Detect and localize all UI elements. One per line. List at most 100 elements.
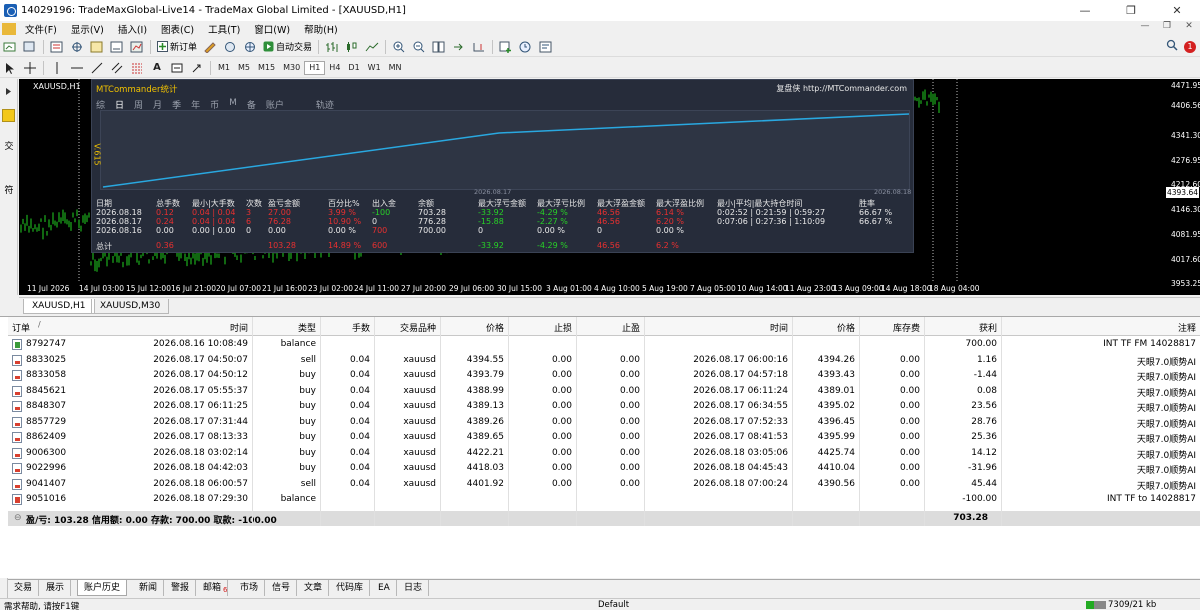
timeframe-m30[interactable]: M30 <box>279 61 304 75</box>
column-header[interactable]: 库存费 <box>893 321 920 334</box>
table-row[interactable]: 8833025 2026.08.17 04:50:07 sell 0.04 xauusd… <box>8 353 1200 368</box>
tile-windows-icon[interactable] <box>430 39 448 55</box>
menu-charts[interactable]: 图表(C) <box>154 22 201 36</box>
navigator-icon[interactable] <box>88 39 106 55</box>
table-row[interactable]: 9041407 2026.08.18 06:00:57 sell 0.04 xauusd… <box>8 477 1200 492</box>
indicators-icon[interactable] <box>497 39 515 55</box>
menu-view[interactable]: 显示(V) <box>64 22 111 36</box>
terminal-tab[interactable]: 展示 <box>40 580 72 596</box>
column-header[interactable]: 交易品种 <box>400 321 436 334</box>
column-header[interactable]: 类型 <box>298 321 316 334</box>
line-chart-icon[interactable] <box>363 39 381 55</box>
mdi-minimize-button[interactable]: — <box>1134 21 1156 31</box>
close-button[interactable]: ✕ <box>1154 0 1200 21</box>
search-icon[interactable] <box>1166 39 1178 54</box>
terminal-tab[interactable]: 新闻 <box>133 580 165 596</box>
terminal-tab[interactable]: 日志 <box>398 580 430 596</box>
terminal-icon[interactable] <box>108 39 126 55</box>
zoom-in-icon[interactable] <box>390 39 408 55</box>
column-header[interactable]: 时间 <box>770 321 788 334</box>
column-header[interactable]: 止损 <box>554 321 572 334</box>
text-label-icon[interactable] <box>168 60 186 76</box>
column-header[interactable]: 注释 <box>1178 321 1196 334</box>
text-tool-icon[interactable]: A <box>148 60 166 76</box>
crosshair-icon[interactable] <box>21 60 39 76</box>
column-header[interactable]: 时间 <box>230 321 248 334</box>
terminal-tab[interactable]: 文章 <box>298 580 330 596</box>
price-chart[interactable]: XAUUSD,H1 4471.95 4406.56 4341.30 4276.95 42… <box>19 79 1200 295</box>
chart-tab-xauusd-m30[interactable]: XAUUSD,M30 <box>91 299 170 314</box>
menu-window[interactable]: 窗口(W) <box>247 22 297 36</box>
market-watch-icon[interactable] <box>48 39 66 55</box>
table-row[interactable]: 8833058 2026.08.17 04:50:12 buy 0.04 xauusd 4… <box>8 368 1200 383</box>
terminal-tab[interactable]: 交易 <box>8 580 40 596</box>
minimize-button[interactable]: — <box>1062 0 1108 21</box>
timeframe-mn[interactable]: MN <box>385 61 406 75</box>
timeframe-h4[interactable]: H4 <box>325 61 344 75</box>
mdi-close-button[interactable]: ✕ <box>1178 21 1200 31</box>
column-header[interactable]: 获利 <box>979 321 997 334</box>
side-tab-label-bottom[interactable]: 符 <box>2 183 16 196</box>
trendline-icon[interactable] <box>88 60 106 76</box>
panel-arrow-icon[interactable] <box>2 85 15 98</box>
terminal-tab[interactable]: 警报 <box>165 580 197 596</box>
data-window-icon[interactable] <box>68 39 86 55</box>
timeframe-m5[interactable]: M5 <box>234 61 254 75</box>
arrows-icon[interactable] <box>188 60 206 76</box>
terminal-tab[interactable]: 账户历史 <box>77 580 128 596</box>
zoom-out-icon[interactable] <box>410 39 428 55</box>
cursor-icon[interactable] <box>1 60 19 76</box>
terminal-tab[interactable]: 代码库 <box>330 580 371 596</box>
table-row[interactable]: 9006300 2026.08.18 03:02:14 buy 0.04 xauusd 4… <box>8 446 1200 461</box>
mtcommander-panel[interactable]: MTCommander统计 复盘侠 http://MTCommander.com… <box>91 79 914 253</box>
notification-badge[interactable]: 1 <box>1184 40 1196 53</box>
table-row[interactable]: 8792747 2026.08.16 10:08:49 balance 700.00 I… <box>8 337 1200 352</box>
table-row[interactable]: 9022996 2026.08.18 04:42:03 buy 0.04 xauusd 4… <box>8 461 1200 476</box>
timeframe-d1[interactable]: D1 <box>344 61 363 75</box>
profiles-icon[interactable] <box>21 39 39 55</box>
mdi-restore-button[interactable]: ❐ <box>1156 21 1178 31</box>
terminal-tab[interactable]: 市场 <box>234 580 266 596</box>
timeframe-w1[interactable]: W1 <box>364 61 385 75</box>
expert-icon[interactable] <box>2 109 15 122</box>
column-header[interactable]: 价格 <box>837 321 855 334</box>
timeframe-m1[interactable]: M1 <box>214 61 234 75</box>
bar-chart-icon[interactable] <box>323 39 341 55</box>
candlestick-icon[interactable] <box>343 39 361 55</box>
signals-icon[interactable] <box>221 39 239 55</box>
table-row[interactable]: 8845621 2026.08.17 05:55:37 buy 0.04 xauusd 4… <box>8 384 1200 399</box>
terminal-tab[interactable]: EA <box>372 580 397 596</box>
table-row[interactable]: 8862409 2026.08.17 08:13:33 buy 0.04 xauusd 4… <box>8 430 1200 445</box>
horizontal-line-icon[interactable] <box>68 60 86 76</box>
column-header[interactable]: 订单 <box>12 321 30 334</box>
chart-shift-icon[interactable] <box>470 39 488 55</box>
side-tab-label-top[interactable]: 交 <box>2 139 16 152</box>
auto-trading-button[interactable]: 自动交易 <box>260 39 315 55</box>
column-header[interactable]: 手数 <box>352 321 370 334</box>
maximize-button[interactable]: ❐ <box>1108 0 1154 21</box>
strategy-tester-icon[interactable] <box>128 39 146 55</box>
new-chart-icon[interactable] <box>1 39 19 55</box>
new-order-button[interactable]: 新订单 <box>154 39 200 55</box>
timeframe-m15[interactable]: M15 <box>254 61 279 75</box>
table-row[interactable]: 8848307 2026.08.17 06:11:25 buy 0.04 xauusd 4… <box>8 399 1200 414</box>
column-header[interactable]: 止盈 <box>622 321 640 334</box>
menu-tools[interactable]: 工具(T) <box>201 22 247 36</box>
auto-scroll-icon[interactable] <box>450 39 468 55</box>
table-row[interactable]: 8857729 2026.08.17 07:31:44 buy 0.04 xauusd 4… <box>8 415 1200 430</box>
menu-help[interactable]: 帮助(H) <box>297 22 345 36</box>
periods-icon[interactable] <box>517 39 535 55</box>
terminal-tab[interactable]: 信号 <box>266 580 298 596</box>
column-header[interactable]: 价格 <box>486 321 504 334</box>
fibonacci-icon[interactable] <box>128 60 146 76</box>
metaeditor-icon[interactable] <box>201 39 219 55</box>
vps-icon[interactable] <box>241 39 259 55</box>
chart-tab-xauusd-h1[interactable]: XAUUSD,H1 <box>23 299 95 314</box>
mtcommander-link[interactable]: 复盘侠 http://MTCommander.com <box>776 83 907 94</box>
vertical-line-icon[interactable] <box>48 60 66 76</box>
menu-file[interactable]: 文件(F) <box>18 22 64 36</box>
channel-icon[interactable] <box>108 60 126 76</box>
summary-expand-icon[interactable]: ⊖ <box>14 513 22 523</box>
templates-icon[interactable] <box>537 39 555 55</box>
menu-insert[interactable]: 插入(I) <box>111 22 154 36</box>
